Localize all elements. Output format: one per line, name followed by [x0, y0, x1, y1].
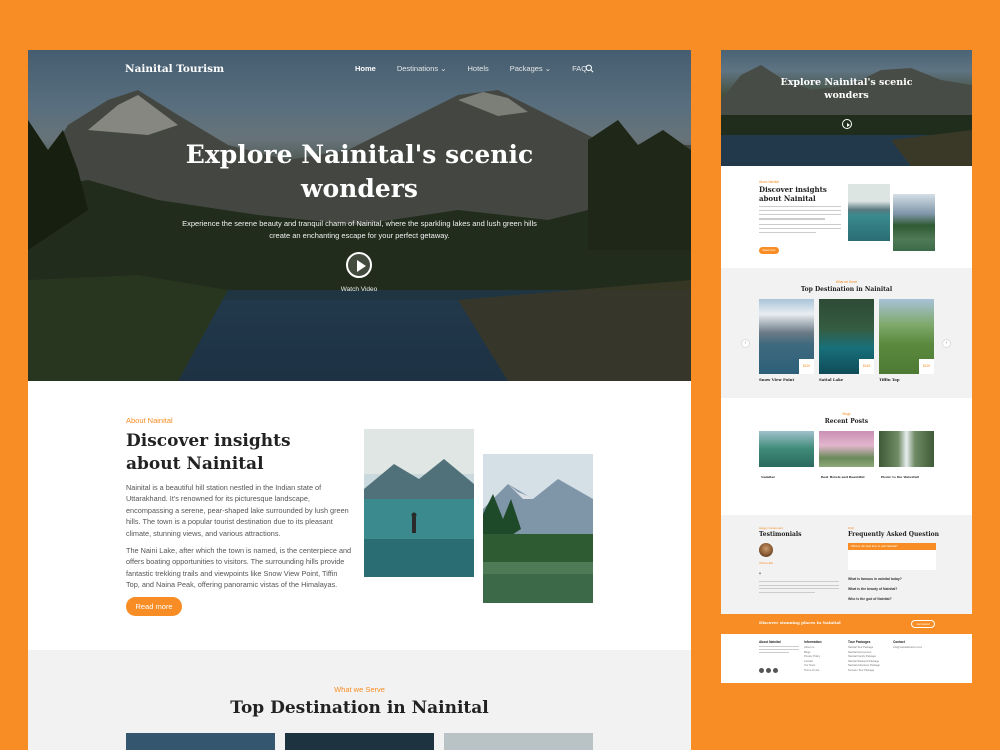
- footer-col-tour-packages: Tour Packages Nainital Tour Package Naini…: [848, 640, 880, 674]
- twitter-icon[interactable]: [766, 668, 771, 673]
- about-paragraph-1: Nainital is a beautiful hill station nes…: [126, 483, 349, 538]
- post-title: Best Hotels and Beautiful: [821, 475, 865, 479]
- footer-heading: Information: [804, 640, 822, 644]
- mobile-about-text: [759, 206, 841, 244]
- serve-title: Top Destination in Nainital: [230, 698, 489, 718]
- post-image: [819, 431, 874, 467]
- hero-section: Nainital Tourism Home Destinations ⌄ Hot…: [28, 50, 691, 381]
- nav-destinations[interactable]: Destinations ⌄: [397, 64, 447, 73]
- footer-col-contact: Contact info@nainitaltourism.com: [893, 640, 922, 651]
- destination-card-image-1[interactable]: [126, 733, 275, 750]
- testimonials-eyebrow: Happy Customers: [759, 526, 784, 530]
- watch-video-label[interactable]: Watch Video: [318, 286, 400, 293]
- mobile-hero-title: Explore Nainital's scenic wonders: [780, 77, 913, 101]
- instagram-icon[interactable]: [773, 668, 778, 673]
- play-video-button[interactable]: [346, 252, 372, 278]
- main-navbar: Nainital Tourism Home Destinations ⌄ Hot…: [28, 50, 691, 88]
- cta-band: Discover stunning places in Nainital Get…: [721, 614, 972, 634]
- destination-price: $125: [919, 359, 934, 374]
- facebook-icon[interactable]: [759, 668, 764, 673]
- footer-link[interactable]: info@nainitaltourism.com: [893, 646, 922, 651]
- brand-logo[interactable]: Nainital Tourism: [125, 63, 224, 75]
- avatar: [759, 543, 773, 557]
- destination-price: $145: [859, 359, 874, 374]
- about-title: Discover insights about Nainital: [126, 431, 291, 474]
- top-destinations-section: What we Serve Top Destination in Nainita…: [28, 650, 691, 750]
- footer-heading: Tour Packages: [848, 640, 871, 644]
- faq-title: Frequently Asked Question: [848, 531, 939, 538]
- testimonial-text: [759, 581, 839, 594]
- destination-card-image-3[interactable]: [444, 733, 593, 750]
- hero-subtitle: Experience the serene beauty and tranqui…: [182, 219, 537, 240]
- testimonial-person: Olivia Hills: [759, 561, 774, 565]
- post-image: [879, 431, 934, 467]
- carousel-prev-button[interactable]: ‹: [741, 339, 750, 348]
- faq-answer: [848, 550, 936, 570]
- nav-hotels[interactable]: Hotels: [467, 64, 488, 73]
- destination-name: Tiffin Top: [879, 377, 900, 382]
- footer-link[interactable]: Kumaon Tour Package: [848, 669, 880, 674]
- mobile-play-button[interactable]: [842, 119, 852, 129]
- about-paragraph-2: The Naini Lake, after which the town is …: [126, 546, 352, 590]
- mobile-dest-eyebrow: What we Serve: [835, 280, 858, 284]
- footer-link[interactable]: Terms of Use: [804, 669, 822, 674]
- mobile-testimonials-faq-section: Happy Customers Testimonials Olivia Hill…: [721, 515, 972, 615]
- quote-icon: “: [759, 573, 761, 579]
- serve-eyebrow: What we Serve: [334, 685, 385, 694]
- mobile-about-eyebrow: About Nainital: [759, 180, 779, 184]
- mobile-posts-eyebrow: Blogs: [842, 412, 851, 416]
- mobile-lake-photo: [848, 184, 890, 241]
- mobile-hero: Explore Nainital's scenic wonders: [721, 50, 972, 166]
- destination-name: Sattal Lake: [819, 377, 844, 382]
- mobile-forest-photo: [893, 194, 935, 251]
- mobile-page: Explore Nainital's scenic wonders About …: [721, 50, 972, 683]
- read-more-button[interactable]: Read more: [126, 597, 182, 616]
- footer-col-information: Information About us Blogs Privacy Policy C…: [804, 640, 822, 674]
- about-eyebrow: About Nainital: [126, 416, 173, 425]
- carousel-next-button[interactable]: ›: [942, 339, 951, 348]
- nav-packages[interactable]: Packages ⌄: [510, 64, 551, 73]
- play-icon: [357, 260, 366, 272]
- testimonials-title: Testimonials: [759, 531, 802, 538]
- faq-eyebrow: FAQ: [848, 526, 855, 530]
- faq-item[interactable]: What is the beauty of Nainital?: [848, 587, 936, 591]
- footer-heading: Contact: [893, 640, 905, 644]
- faq-item-open[interactable]: What is the best time to visit Nainital?: [848, 543, 936, 550]
- mobile-read-more-button[interactable]: Read more: [759, 247, 779, 254]
- lake-woman-photo: [364, 429, 474, 577]
- footer-col-about: About Nainital: [759, 640, 799, 653]
- mobile-destinations-section: What we Serve Top Destination in Nainita…: [721, 268, 972, 398]
- mobile-posts-title: Recent Posts: [824, 418, 869, 425]
- mobile-dest-title: Top Destination in Nainital: [800, 286, 893, 293]
- footer-heading: About Nainital: [759, 640, 781, 644]
- nav-home[interactable]: Home: [355, 64, 376, 73]
- social-icons: [759, 668, 778, 673]
- post-title: Nainital: [761, 475, 775, 479]
- mobile-about-title: Discover insights about Nainital: [759, 185, 827, 203]
- post-title: Picnic to the Waterfall: [881, 475, 919, 479]
- destination-name: Snow View Point: [759, 377, 795, 382]
- destination-price: $120: [799, 359, 814, 374]
- desktop-page: Nainital Tourism Home Destinations ⌄ Hot…: [28, 50, 691, 750]
- mountain-forest-photo: [483, 454, 593, 603]
- play-icon: [846, 122, 850, 127]
- destination-card-image-2[interactable]: [285, 733, 434, 750]
- get-started-button[interactable]: Get started: [911, 620, 935, 628]
- post-image: [759, 431, 814, 467]
- hero-title: Explore Nainital's scenic wonders: [185, 140, 534, 203]
- search-icon[interactable]: [585, 64, 594, 73]
- cta-text: Discover stunning places in Nainital: [759, 620, 841, 625]
- faq-item[interactable]: What is famous in nainital today?: [848, 577, 936, 581]
- nav-links: Home Destinations ⌄ Hotels Packages ⌄ FA…: [355, 64, 608, 73]
- faq-item[interactable]: Who is the god of Nainital?: [848, 597, 936, 601]
